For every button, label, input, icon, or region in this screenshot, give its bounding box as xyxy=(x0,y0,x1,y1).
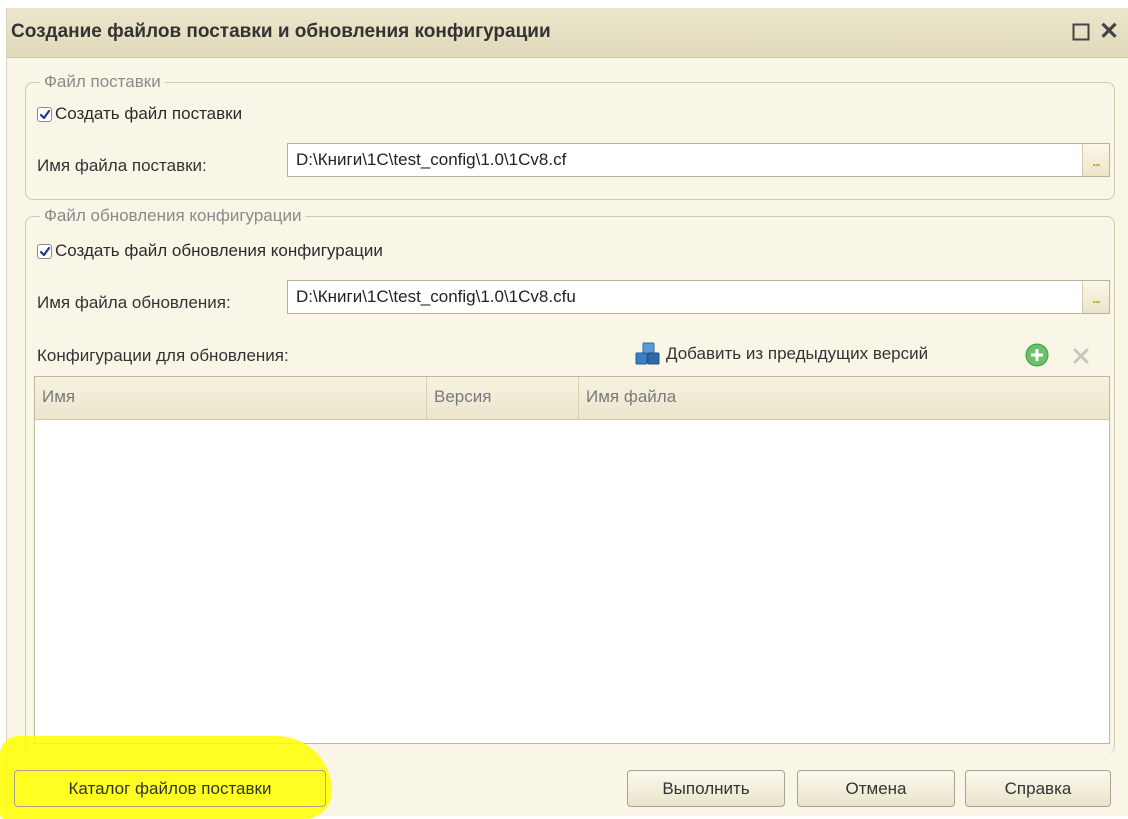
table-header: Имя Версия Имя файла xyxy=(35,377,1109,420)
delivery-file-value: D:\Книги\1С\test_config\1.0\1Cv8.cf xyxy=(296,150,567,169)
checkbox-box[interactable] xyxy=(37,243,52,259)
restore-icon xyxy=(1072,23,1090,41)
check-icon xyxy=(39,246,51,256)
close-button[interactable]: ✕ xyxy=(1095,18,1123,46)
configs-table[interactable]: Имя Версия Имя файла xyxy=(34,376,1110,744)
cross-icon xyxy=(1073,348,1089,364)
create-update-checkbox[interactable]: Создать файл обновления конфигурации xyxy=(37,241,383,261)
cubes-icon xyxy=(635,342,660,365)
create-delivery-label: Создать файл поставки xyxy=(55,104,243,123)
delivery-browse-button[interactable]: ... xyxy=(1082,144,1109,176)
update-file-value: D:\Книги\1С\test_config\1.0\1Cv8.cfu xyxy=(296,287,576,306)
column-header-version[interactable]: Версия xyxy=(427,377,579,419)
delete-row-button[interactable] xyxy=(1071,346,1091,366)
cancel-button[interactable]: Отмена xyxy=(797,770,955,807)
close-icon: ✕ xyxy=(1098,18,1120,45)
check-icon xyxy=(39,109,51,119)
column-header-filename[interactable]: Имя файла xyxy=(579,377,1110,419)
configs-for-update-label: Конфигурации для обновления: xyxy=(37,346,289,365)
create-delivery-checkbox[interactable]: Создать файл поставки xyxy=(37,104,242,124)
delivery-group-legend: Файл поставки xyxy=(40,72,165,92)
update-file-input[interactable]: D:\Книги\1С\test_config\1.0\1Cv8.cfu ... xyxy=(287,280,1110,314)
catalog-button-overlay-label[interactable]: Каталог файлов поставки xyxy=(14,770,326,807)
update-file-label: Имя файла обновления: xyxy=(37,293,231,312)
execute-button[interactable]: Выполнить xyxy=(627,770,785,807)
restore-button[interactable] xyxy=(1067,18,1095,46)
update-group-legend: Файл обновления конфигурации xyxy=(40,206,306,226)
add-row-button[interactable] xyxy=(1025,343,1049,367)
dialog-window: Создание файлов поставки и обновления ко… xyxy=(6,8,1128,816)
delivery-file-group: Файл поставки xyxy=(25,72,1115,200)
add-from-previous-label: Добавить из предыдущих версий xyxy=(666,344,929,363)
title-bar: Создание файлов поставки и обновления ко… xyxy=(7,8,1128,58)
window-title: Создание файлов поставки и обновления ко… xyxy=(11,21,551,42)
update-browse-button[interactable]: ... xyxy=(1082,281,1109,313)
plus-circle-icon xyxy=(1025,343,1049,367)
column-header-name[interactable]: Имя xyxy=(35,377,427,419)
create-update-label: Создать файл обновления конфигурации xyxy=(55,241,383,260)
help-button[interactable]: Справка xyxy=(965,770,1111,807)
checkbox-box[interactable] xyxy=(37,106,52,122)
delivery-file-input[interactable]: D:\Книги\1С\test_config\1.0\1Cv8.cf ... xyxy=(287,143,1110,177)
delivery-file-label: Имя файла поставки: xyxy=(37,156,207,175)
add-from-previous-versions-button[interactable]: Добавить из предыдущих версий xyxy=(633,341,928,367)
